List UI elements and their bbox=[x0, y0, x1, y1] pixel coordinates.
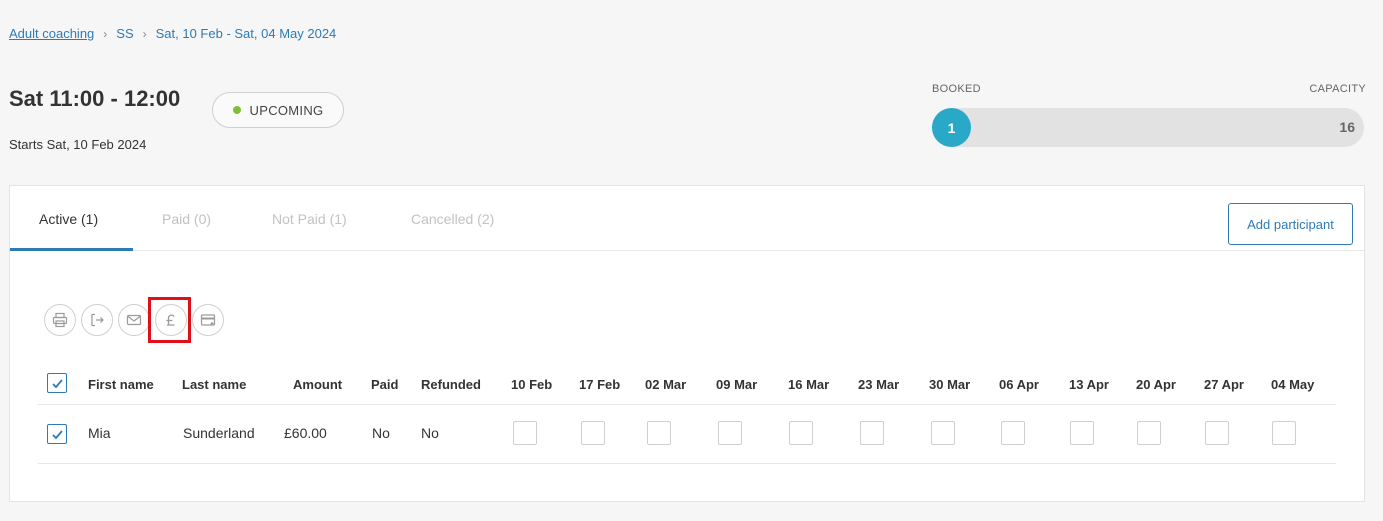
table-header: First name Last name Amount Paid Refunde… bbox=[38, 364, 1336, 404]
attendance-checkbox[interactable] bbox=[1070, 421, 1094, 445]
refunded-cell: No bbox=[421, 425, 439, 441]
header-date: 10 Feb bbox=[511, 377, 553, 392]
attendance-checkbox[interactable] bbox=[513, 421, 537, 445]
header-first-name[interactable]: First name bbox=[88, 377, 154, 392]
attendance-checkbox[interactable] bbox=[931, 421, 955, 445]
breadcrumb-separator: › bbox=[103, 26, 108, 41]
add-participant-button[interactable]: Add participant bbox=[1228, 203, 1353, 245]
attendance-checkbox[interactable] bbox=[1272, 421, 1296, 445]
attendance-checkbox[interactable] bbox=[1205, 421, 1229, 445]
header-amount[interactable]: Amount bbox=[293, 377, 342, 392]
attendance-checkbox[interactable] bbox=[1001, 421, 1025, 445]
breadcrumb-adult-coaching[interactable]: Adult coaching bbox=[9, 26, 94, 41]
header-refunded[interactable]: Refunded bbox=[421, 377, 481, 392]
header-date: 17 Feb bbox=[579, 377, 621, 392]
header-date: 02 Mar bbox=[645, 377, 687, 392]
amount-cell: £60.00 bbox=[284, 425, 327, 441]
status-label: UPCOMING bbox=[249, 102, 324, 118]
print-icon[interactable] bbox=[44, 304, 76, 336]
header-date: 27 Apr bbox=[1204, 377, 1244, 392]
attendance-checkbox[interactable] bbox=[1137, 421, 1161, 445]
attendance-checkbox[interactable] bbox=[581, 421, 605, 445]
capacity-label: CAPACITY bbox=[1309, 83, 1366, 95]
row-checkbox[interactable] bbox=[47, 424, 67, 444]
page-title: Sat 11:00 - 12:00 bbox=[9, 86, 181, 111]
header-paid[interactable]: Paid bbox=[371, 377, 398, 392]
paid-cell: No bbox=[372, 425, 390, 441]
table-row: Mia Sunderland £60.00 No No bbox=[38, 404, 1336, 464]
breadcrumb-ss[interactable]: SS bbox=[116, 26, 133, 41]
header-date: 30 Mar bbox=[929, 377, 971, 392]
tab-bar: Active (1) Paid (0) Not Paid (1) Cancell… bbox=[10, 186, 1364, 251]
select-all-checkbox[interactable] bbox=[47, 373, 67, 393]
participants-panel: Active (1) Paid (0) Not Paid (1) Cancell… bbox=[9, 185, 1365, 502]
header-date: 16 Mar bbox=[788, 377, 830, 392]
attendance-checkbox[interactable] bbox=[647, 421, 671, 445]
email-icon[interactable] bbox=[118, 304, 150, 336]
start-date: Starts Sat, 10 Feb 2024 bbox=[9, 137, 147, 152]
booked-label: BOOKED bbox=[932, 83, 981, 95]
header-date: 04 May bbox=[1271, 377, 1315, 392]
tab-active[interactable]: Active (1) bbox=[39, 211, 98, 227]
capacity-bar: 1 16 bbox=[932, 108, 1364, 147]
bulk-action-toolbar bbox=[44, 304, 229, 336]
tab-not-paid[interactable]: Not Paid (1) bbox=[272, 211, 347, 227]
breadcrumb-date-range: Sat, 10 Feb - Sat, 04 May 2024 bbox=[155, 26, 337, 41]
header-date: 23 Mar bbox=[858, 377, 900, 392]
capacity-fill: 1 bbox=[932, 108, 971, 147]
highlight-box bbox=[148, 297, 191, 343]
active-tab-indicator bbox=[10, 248, 133, 251]
breadcrumb-separator: › bbox=[142, 26, 147, 41]
booked-count: 1 bbox=[947, 119, 956, 136]
attendance-checkbox[interactable] bbox=[860, 421, 884, 445]
status-badge: UPCOMING bbox=[212, 92, 344, 128]
header-date: 13 Apr bbox=[1069, 377, 1109, 392]
card-icon[interactable] bbox=[192, 304, 224, 336]
status-dot-icon bbox=[232, 106, 241, 114]
export-icon[interactable] bbox=[81, 304, 113, 336]
attendance-checkbox[interactable] bbox=[718, 421, 742, 445]
capacity-total: 16 bbox=[1339, 119, 1355, 135]
header-date: 06 Apr bbox=[999, 377, 1039, 392]
header-date: 09 Mar bbox=[716, 377, 758, 392]
attendance-checkbox[interactable] bbox=[789, 421, 813, 445]
last-name-cell: Sunderland bbox=[183, 425, 255, 441]
tab-paid[interactable]: Paid (0) bbox=[162, 211, 211, 227]
first-name-cell: Mia bbox=[88, 425, 111, 441]
tab-cancelled[interactable]: Cancelled (2) bbox=[411, 211, 494, 227]
breadcrumb: Adult coaching › SS › Sat, 10 Feb - Sat,… bbox=[9, 26, 336, 41]
participants-table: First name Last name Amount Paid Refunde… bbox=[38, 364, 1336, 464]
header-last-name[interactable]: Last name bbox=[182, 377, 246, 392]
header-date: 20 Apr bbox=[1136, 377, 1176, 392]
